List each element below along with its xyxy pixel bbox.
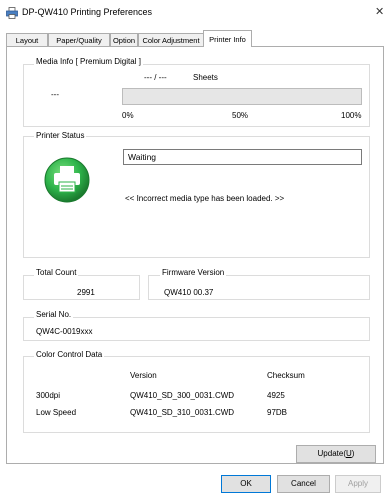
update-button-accesskey: U xyxy=(346,449,352,458)
progress-label-50: 50% xyxy=(232,111,249,120)
color-row-checksum: 4925 xyxy=(267,391,285,400)
serial-value: QW4C-0019xxx xyxy=(36,327,93,336)
tab-paper-quality[interactable]: Paper/Quality xyxy=(48,33,110,46)
media-remaining-value: --- xyxy=(51,90,59,99)
progress-label-100: 100% xyxy=(341,111,362,120)
printer-status-field: Waiting xyxy=(123,149,362,165)
color-row-version: QW410_SD_300_0031.CWD xyxy=(130,391,235,400)
printer-status-legend: Printer Status xyxy=(34,131,87,140)
firmware-legend: Firmware Version xyxy=(160,268,227,277)
title-bar: DP-QW410 Printing Preferences ✕ xyxy=(0,0,385,26)
ok-button[interactable]: OK xyxy=(221,475,271,493)
close-icon[interactable]: ✕ xyxy=(375,5,384,18)
firmware-value: QW410 00.37 xyxy=(164,288,214,297)
color-control-header-version: Version xyxy=(130,371,157,380)
color-row-name: Low Speed xyxy=(36,408,77,417)
update-button-label: Update xyxy=(317,449,344,458)
total-count-value: 2991 xyxy=(77,288,95,297)
tab-layout[interactable]: Layout xyxy=(6,33,48,46)
apply-button[interactable]: Apply xyxy=(335,475,381,493)
printer-status-message: << Incorrect media type has been loaded.… xyxy=(125,194,285,203)
media-counter: --- / --- xyxy=(144,73,167,82)
tab-color-adjustment[interactable]: Color Adjustment xyxy=(138,33,204,46)
total-count-legend: Total Count xyxy=(34,268,79,277)
color-row-version: QW410_SD_310_0031.CWD xyxy=(130,408,235,417)
progress-label-0: 0% xyxy=(122,111,134,120)
tab-printer-info[interactable]: Printer Info xyxy=(203,30,252,47)
color-row-checksum: 97DB xyxy=(267,408,288,417)
serial-legend: Serial No. xyxy=(34,310,74,319)
color-control-header-checksum: Checksum xyxy=(267,371,305,380)
media-info-legend: Media Info [ Premium Digital ] xyxy=(34,57,143,66)
tab-option[interactable]: Option xyxy=(110,33,138,46)
printer-status-ok-icon xyxy=(44,157,90,203)
color-row-name: 300dpi xyxy=(36,391,61,400)
color-control-legend: Color Control Data xyxy=(34,350,105,359)
window-title: DP-QW410 Printing Preferences xyxy=(22,7,153,17)
media-progress-bar xyxy=(122,88,362,105)
cancel-button[interactable]: Cancel xyxy=(277,475,330,493)
media-unit: Sheets xyxy=(193,73,218,82)
update-button[interactable]: Update(U) xyxy=(296,445,376,463)
printer-icon xyxy=(6,7,18,19)
